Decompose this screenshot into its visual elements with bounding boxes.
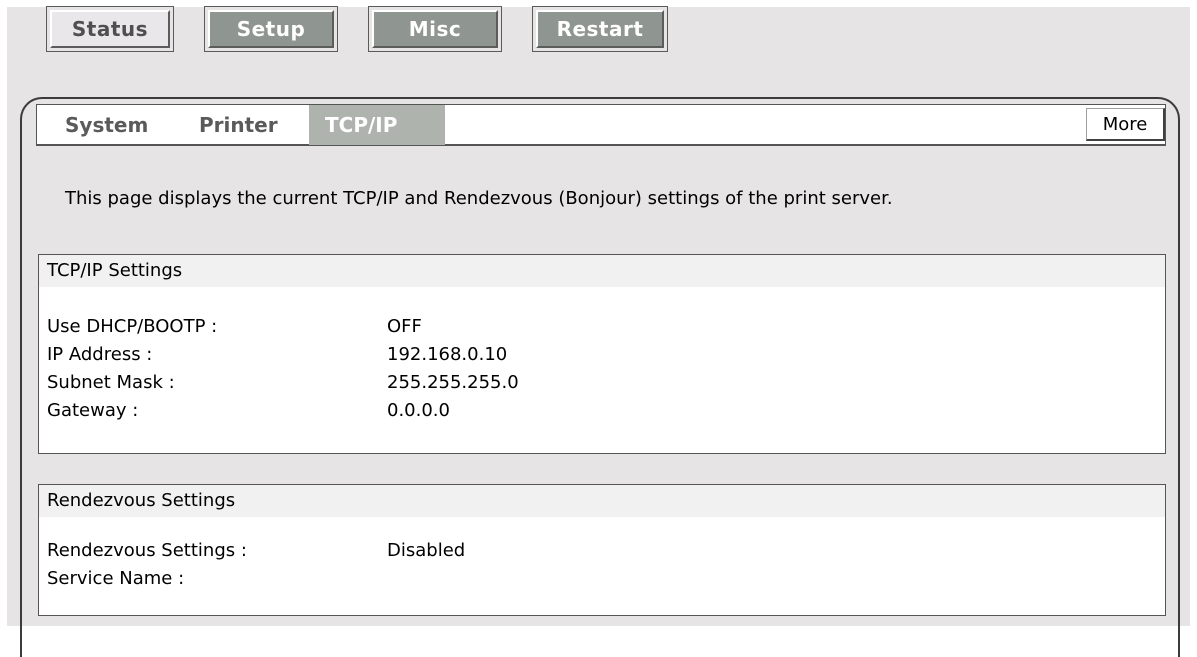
table-row: Use DHCP/BOOTP : OFF [39,313,1165,341]
tab-misc[interactable]: Misc [368,6,502,52]
sub-navigation: System Printer TCP/IP More [36,104,1166,146]
page-description: This page displays the current TCP/IP an… [65,188,893,209]
setting-label: IP Address : [47,344,153,365]
table-row: Rendezvous Settings : Disabled [39,537,1165,565]
tab-status-label: Status [50,10,170,48]
subtab-printer[interactable]: Printer [189,105,288,145]
tab-status[interactable]: Status [46,6,174,52]
setting-value: 0.0.0.0 [387,400,450,421]
setting-label: Use DHCP/BOOTP : [47,316,218,337]
table-row: Subnet Mask : 255.255.255.0 [39,369,1165,397]
setting-value: Disabled [387,540,466,561]
tab-misc-label: Misc [372,10,498,48]
setting-value: 192.168.0.10 [387,344,508,365]
setting-value: OFF [387,316,422,337]
setting-label: Service Name : [47,568,185,589]
section-title: TCP/IP Settings [39,255,1165,287]
tab-restart[interactable]: Restart [532,6,668,52]
tab-setup[interactable]: Setup [204,6,338,52]
tab-restart-label: Restart [536,10,664,48]
setting-label: Subnet Mask : [47,372,175,393]
setting-label: Gateway : [47,400,139,421]
table-row: Service Name : [39,565,1165,593]
setting-value: 255.255.255.0 [387,372,519,393]
section-title: Rendezvous Settings [39,485,1165,517]
tcpip-settings-section: TCP/IP Settings Use DHCP/BOOTP : OFF IP … [38,254,1166,454]
subtab-system[interactable]: System [55,105,158,145]
table-row: Gateway : 0.0.0.0 [39,397,1165,425]
tab-setup-label: Setup [208,10,334,48]
subtab-tcpip[interactable]: TCP/IP [309,105,445,145]
more-button[interactable]: More [1086,108,1165,141]
table-row: IP Address : 192.168.0.10 [39,341,1165,369]
rendezvous-settings-section: Rendezvous Settings Rendezvous Settings … [38,484,1166,616]
setting-label: Rendezvous Settings : [47,540,247,561]
